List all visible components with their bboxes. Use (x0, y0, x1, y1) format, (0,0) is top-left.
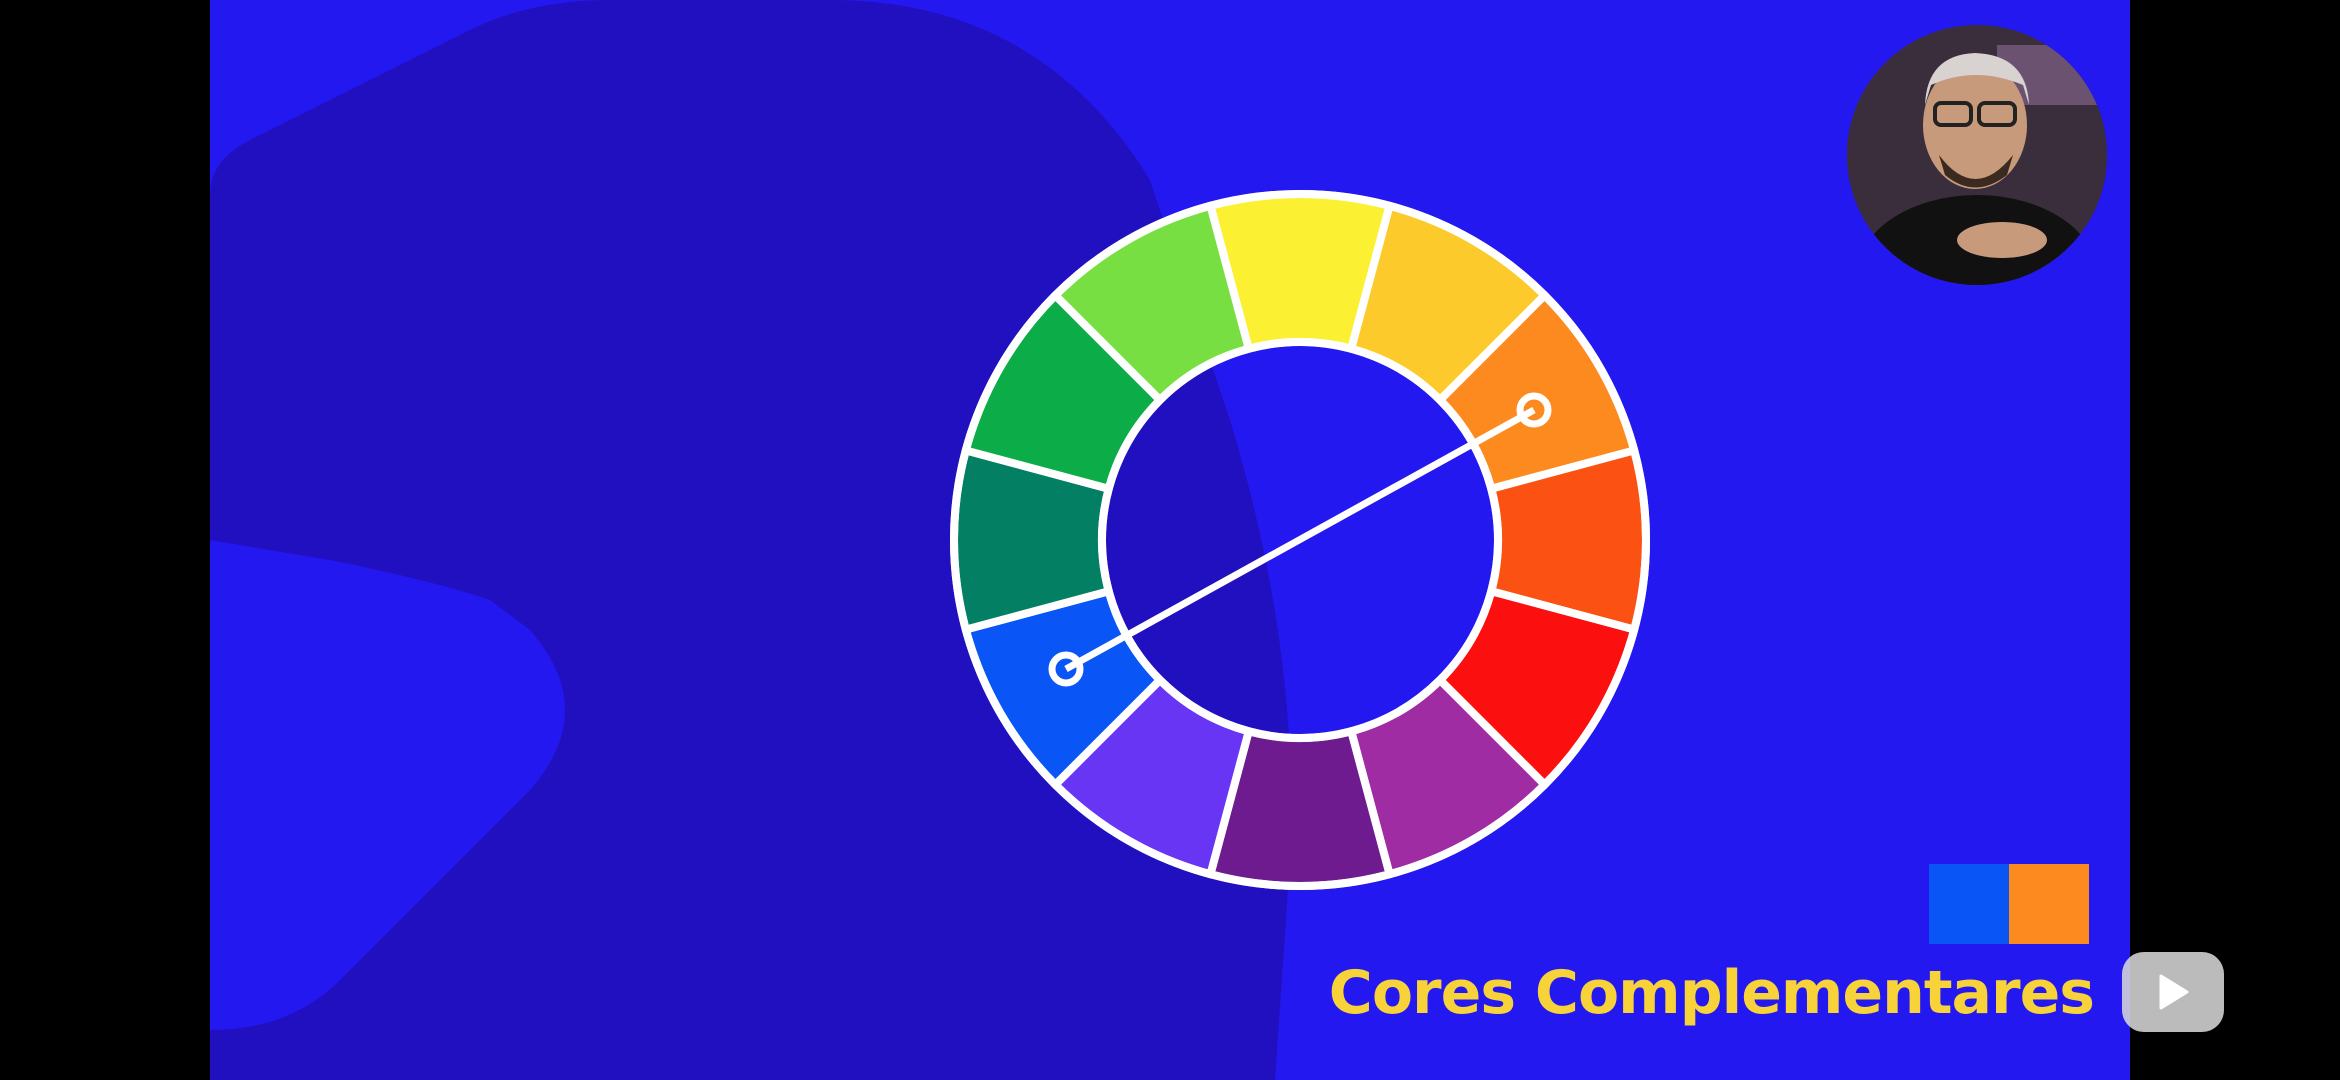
video-caption: Cores Complementares (1328, 958, 2095, 1028)
color-wheel (950, 190, 1650, 890)
video-frame[interactable]: Cores Complementares (210, 0, 2130, 1080)
play-icon (2159, 974, 2189, 1010)
presenter-video-icon (1847, 25, 2107, 285)
complement-connector-line (1064, 406, 1536, 673)
play-button[interactable] (2122, 952, 2224, 1032)
complementary-swatches (1929, 864, 2089, 944)
presenter-webcam (1847, 25, 2107, 285)
orange-swatch (2009, 864, 2089, 944)
blue-swatch (1929, 864, 2009, 944)
